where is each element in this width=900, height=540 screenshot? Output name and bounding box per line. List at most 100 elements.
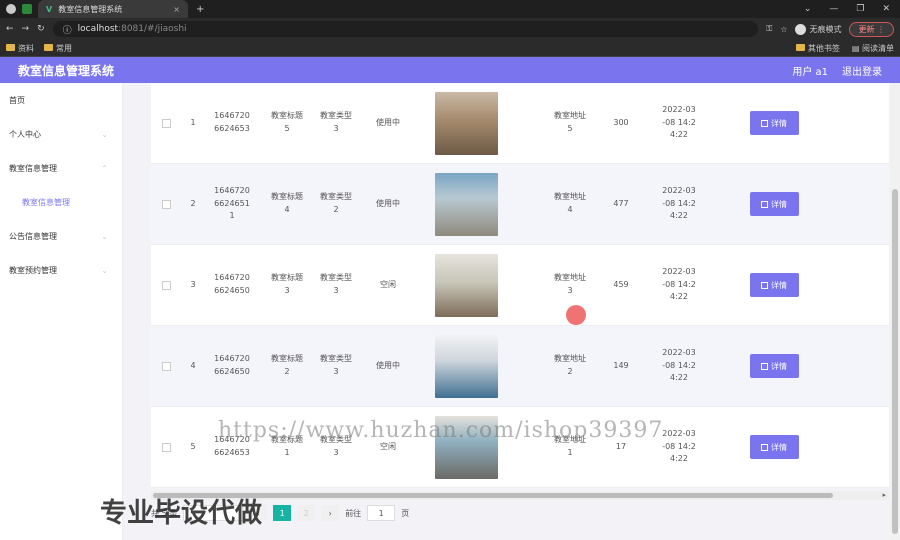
incognito-icon — [795, 23, 807, 35]
cell-line: 6624653 — [214, 448, 250, 457]
page-number-current[interactable]: 1 — [273, 505, 292, 521]
cell-image — [416, 253, 516, 317]
sidebar-item-profile[interactable]: 个人中心 ⌄ — [0, 117, 122, 151]
row-checkbox[interactable] — [162, 199, 171, 209]
reading-list-label: 阅读清单 — [862, 43, 894, 53]
guest-mode-indicator[interactable]: 无痕模式 — [795, 23, 842, 35]
forward-icon[interactable]: → — [22, 24, 30, 34]
logout-link[interactable]: 退出登录 — [842, 63, 882, 78]
update-label: 更新 — [858, 24, 875, 34]
cell-line: 2022-03 — [662, 185, 696, 195]
key-icon[interactable]: ⚿ — [766, 24, 772, 34]
back-icon[interactable]: ← — [6, 24, 14, 34]
cell-index: 5 — [190, 441, 196, 451]
browser-tab[interactable]: V 教室信息管理系统 × — [38, 0, 188, 18]
cell-capacity: 300 — [613, 117, 629, 127]
update-button[interactable]: 更新 ⋮ — [849, 21, 894, 37]
minimize-icon[interactable]: — — [829, 4, 838, 14]
cell-type: 教室类型 2 — [312, 191, 360, 217]
cell-line: 1646720 — [214, 185, 250, 195]
row-checkbox[interactable] — [162, 361, 171, 371]
sidebar: 首页 个人中心 ⌄ 教室信息管理 ⌃ 教室信息管理 公告信息管理 ⌄ 教室预约管理 ⌄ — [0, 83, 123, 540]
reading-list[interactable]: ▤ 阅读清单 — [852, 43, 894, 54]
folder-icon — [795, 43, 805, 51]
bookmark-label: 资料 — [18, 43, 34, 53]
table-row: 1 1646720 6624653 教室标题 5 教室类型 3 使用中 教室地址 5 3… — [151, 83, 889, 164]
cell-line: 4:22 — [670, 454, 688, 464]
detail-button[interactable]: 详情 — [749, 354, 799, 378]
star-icon[interactable]: ☆ — [780, 25, 787, 34]
bookmark-item[interactable]: 资料 — [6, 43, 34, 54]
cell-date: 2022-03 -08 14:2 4:22 — [644, 104, 714, 142]
table-row: 2 1646720 6624651 1 教室标题 4 教室类型 2 使用中 教室地址 4 … — [151, 164, 889, 245]
cell-line: 4:22 — [670, 130, 688, 140]
sidebar-item-classroom[interactable]: 教室信息管理 ⌃ — [0, 151, 122, 185]
cell-type: 教室类型 3 — [312, 110, 360, 136]
cell-line: 教室地址 — [554, 192, 586, 202]
cell-line: 5 — [567, 124, 573, 133]
bookmark-item[interactable]: 常用 — [44, 43, 72, 54]
guest-mode-label: 无痕模式 — [809, 24, 842, 34]
cell-action: 详情 — [714, 435, 834, 459]
cell-image — [416, 334, 516, 398]
classroom-photo — [434, 334, 498, 398]
cell-index: 4 — [190, 360, 196, 370]
detail-button[interactable]: 详情 — [749, 273, 799, 297]
row-checkbox[interactable] — [162, 118, 171, 128]
page-number[interactable]: 2 — [297, 505, 316, 521]
sidebar-item-notice[interactable]: 公告信息管理 ⌄ — [0, 219, 122, 253]
cell-line: 2 — [284, 367, 290, 376]
detail-icon — [761, 119, 768, 127]
watermark-text: 专业毕设代做 — [100, 498, 262, 529]
scrollbar-thumb[interactable] — [892, 189, 898, 534]
cell-line: -08 14:2 — [662, 360, 696, 370]
reading-list-icon: ▤ — [851, 43, 862, 53]
sidebar-item-home[interactable]: 首页 — [0, 83, 122, 117]
restore-icon[interactable]: ❐ — [856, 4, 864, 14]
cell-line: 5 — [284, 124, 290, 133]
cell-line: 4 — [284, 205, 290, 214]
chevron-down-icon[interactable]: ⌄ — [804, 4, 812, 14]
next-page-button[interactable]: › — [321, 505, 340, 521]
table-row: 4 1646720 6624650 教室标题 2 教室类型 3 使用中 教室地址 2 1… — [151, 326, 889, 407]
cell-date: 2022-03 -08 14:2 4:22 — [644, 185, 714, 223]
folder-icon — [6, 43, 15, 51]
sidebar-item-booking[interactable]: 教室预约管理 ⌄ — [0, 253, 122, 287]
cell-line: 1646720 — [214, 354, 250, 364]
scroll-right-icon[interactable]: ▸ — [882, 491, 886, 499]
cell-line: 2 — [333, 205, 339, 214]
goto-page-input[interactable]: 1 — [367, 505, 396, 521]
sidebar-item-label: 个人中心 — [9, 129, 41, 139]
cell-line: 1646720 — [214, 273, 250, 283]
sidebar-subitem-classroom[interactable]: 教室信息管理 — [0, 185, 122, 219]
vertical-scrollbar[interactable] — [890, 83, 900, 540]
user-name[interactable]: 用户 a1 — [792, 63, 828, 78]
sidebar-item-label: 首页 — [9, 95, 25, 105]
detail-button[interactable]: 详情 — [749, 111, 799, 135]
detail-icon — [761, 362, 768, 370]
bookmark-label: 其他书签 — [807, 43, 840, 53]
address-bar[interactable]: ⓘ localhost:8081/#/jiaoshi — [52, 21, 759, 37]
vue-logo-icon: V — [46, 4, 53, 14]
cell-line: 教室类型 — [320, 192, 352, 202]
close-icon[interactable]: × — [173, 5, 180, 14]
bookmark-item[interactable]: 其他书签 — [795, 43, 840, 54]
chevron-up-icon: ⌃ — [101, 163, 108, 173]
row-checkbox[interactable] — [162, 280, 171, 290]
detail-button[interactable]: 详情 — [749, 435, 799, 459]
row-checkbox[interactable] — [162, 442, 171, 452]
page-unit-label: 页 — [401, 508, 410, 518]
app-header: 教室信息管理系统 用户 a1 退出登录 — [0, 57, 900, 83]
goto-label: 前往 — [345, 508, 362, 518]
app-tab-icon[interactable] — [22, 4, 32, 14]
detail-button[interactable]: 详情 — [749, 192, 799, 216]
classroom-photo — [434, 91, 498, 155]
cell-title: 教室标题 4 — [262, 191, 312, 217]
cell-line: 3 — [333, 448, 339, 457]
close-window-icon[interactable]: ✕ — [882, 4, 890, 14]
reload-icon[interactable]: ↻ — [37, 24, 45, 34]
window-controls: ⌄ — ❐ ✕ — [804, 4, 900, 14]
new-tab-icon[interactable]: + — [196, 4, 204, 15]
sidebar-item-label: 公告信息管理 — [9, 231, 57, 241]
cell-line: 3 — [333, 367, 339, 376]
